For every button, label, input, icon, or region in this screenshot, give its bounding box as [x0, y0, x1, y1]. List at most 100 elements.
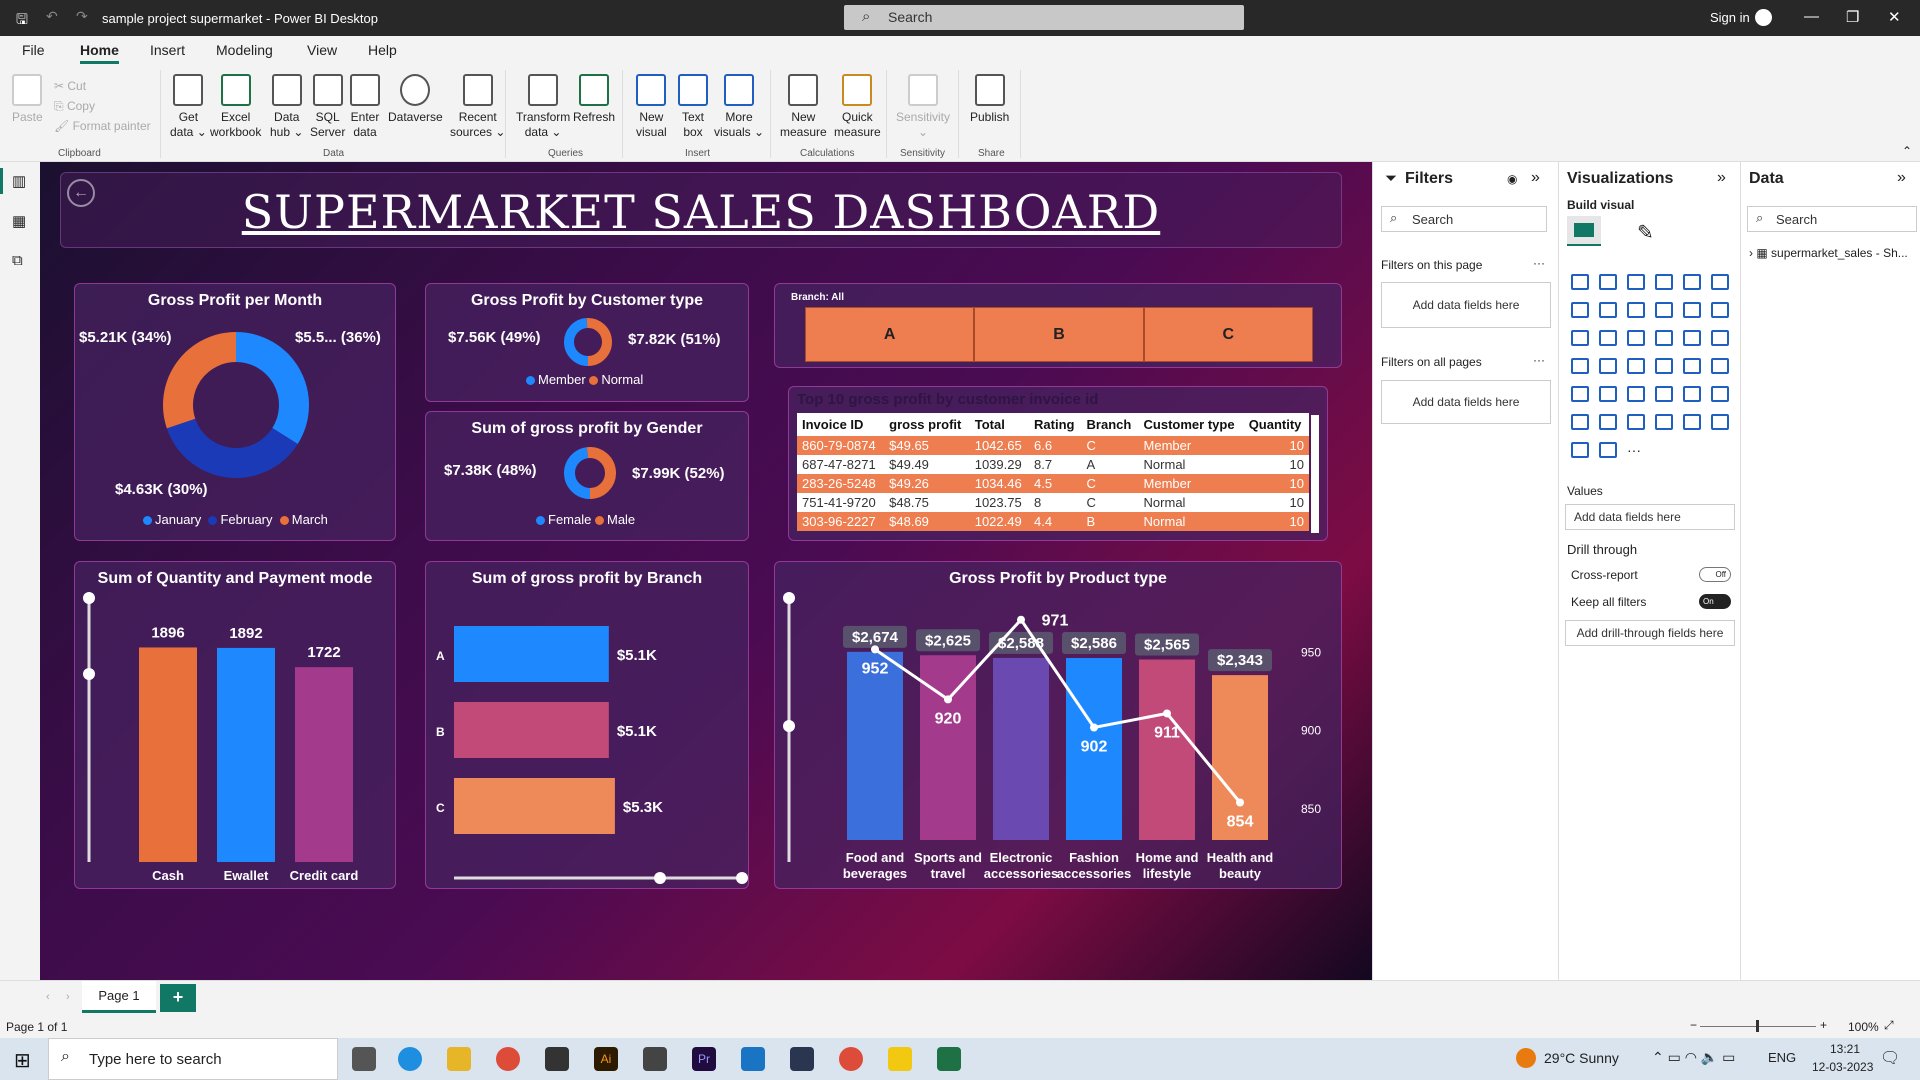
paste-button[interactable]: Paste	[12, 74, 43, 125]
clock-date[interactable]: 12-03-2023	[1812, 1060, 1873, 1074]
visual-type-icon[interactable]	[1627, 358, 1645, 374]
language-indicator[interactable]: ENG	[1768, 1050, 1796, 1065]
format-visual-icon[interactable]: ✎	[1637, 220, 1654, 245]
collapse-viz-icon[interactable]: »	[1717, 169, 1726, 187]
visual-type-icon[interactable]	[1655, 302, 1673, 318]
table-scrollbar[interactable]	[1311, 415, 1319, 533]
sensitivity-button[interactable]: Sensitivity ⌄	[896, 74, 950, 140]
new-visual-button[interactable]: New visual	[636, 74, 667, 140]
report-view-icon[interactable]: ▥	[12, 172, 26, 190]
gp-branch-card[interactable]: Sum of gross profit by Branch A $5.1K B $5.…	[425, 561, 749, 889]
table-row[interactable]: 687-47-8271 $49.49 1039.29 8.7 A Normal 10	[797, 455, 1309, 474]
table-header[interactable]: Total	[970, 413, 1029, 436]
more-options-icon[interactable]: ···	[1533, 256, 1545, 270]
dataverse-button[interactable]: Dataverse	[388, 74, 443, 125]
app-icon[interactable]	[790, 1047, 814, 1071]
qty-payment-card[interactable]: Sum of Quantity and Payment mode 1896 Cas…	[74, 561, 396, 889]
visual-type-icon[interactable]	[1711, 274, 1729, 290]
power-bi-icon[interactable]	[888, 1047, 912, 1071]
visual-type-icon[interactable]	[1711, 358, 1729, 374]
data-hub-button[interactable]: Data hub ⌄	[270, 74, 303, 140]
title-search-input[interactable]: ⌕ Search	[844, 5, 1244, 30]
cut-button[interactable]: ✂ Cut	[54, 76, 151, 96]
top10-table-card[interactable]: Top 10 gross profit by customer invoice …	[788, 386, 1328, 541]
visual-type-icon[interactable]	[1627, 274, 1645, 290]
zoom-in-icon[interactable]: +	[1820, 1018, 1827, 1032]
chrome-icon[interactable]	[839, 1047, 863, 1071]
visual-type-icon[interactable]	[1683, 274, 1701, 290]
visual-type-icon[interactable]	[1599, 302, 1617, 318]
visual-type-icon[interactable]	[1711, 386, 1729, 402]
drill-drop[interactable]: Add drill-through fields here	[1565, 620, 1735, 646]
chrome-icon[interactable]	[496, 1047, 520, 1071]
filters-all-drop[interactable]: Add data fields here	[1381, 380, 1551, 424]
visual-type-icon[interactable]	[1627, 330, 1645, 346]
cross-report-toggle[interactable]: Off	[1699, 567, 1731, 582]
table-row[interactable]: 860-79-0874 $49.65 1042.65 6.6 C Member 10	[797, 436, 1309, 455]
visual-type-icon[interactable]	[1683, 358, 1701, 374]
format-painter-button[interactable]: 🖌 Format painter	[54, 116, 151, 136]
get-data-button[interactable]: Get data ⌄	[170, 74, 207, 140]
next-page-icon[interactable]: ›	[66, 991, 70, 1003]
collapse-filters-icon[interactable]: »	[1531, 169, 1540, 187]
visual-type-icon[interactable]	[1683, 414, 1701, 430]
task-view-icon[interactable]	[352, 1047, 376, 1071]
prev-page-icon[interactable]: ‹	[46, 991, 50, 1003]
visual-type-icon[interactable]	[1599, 386, 1617, 402]
table-row[interactable]: 751-41-9720 $48.75 1023.75 8 C Normal 10	[797, 493, 1309, 512]
menu-help[interactable]: Help	[368, 42, 397, 58]
visual-type-icon[interactable]	[1655, 358, 1673, 374]
undo-icon[interactable]: ↶	[46, 8, 58, 25]
table-header[interactable]: gross profit	[884, 413, 970, 436]
quick-measure-button[interactable]: Quick measure	[834, 74, 881, 140]
visual-type-icon[interactable]	[1571, 302, 1589, 318]
minimize-icon[interactable]: —	[1804, 8, 1819, 25]
save-icon[interactable]: 🖫	[16, 9, 28, 33]
visual-type-icon[interactable]	[1571, 358, 1589, 374]
avatar[interactable]	[1755, 9, 1772, 26]
add-page-button[interactable]: +	[160, 984, 196, 1012]
branch-slicer[interactable]: Branch: All A B C	[774, 283, 1342, 368]
model-view-icon[interactable]: ⧉	[12, 252, 23, 269]
data-search-input[interactable]: ⌕ Search	[1747, 206, 1917, 232]
tray-icons[interactable]: ⌃ ▭ ◠ 🔈 ▭	[1652, 1049, 1735, 1066]
redo-icon[interactable]: ↷	[76, 8, 88, 25]
visual-type-icon[interactable]	[1571, 330, 1589, 346]
table-row[interactable]: 303-96-2227 $48.69 1022.49 4.4 B Normal 10	[797, 512, 1309, 531]
keep-filters-toggle[interactable]: On	[1699, 594, 1731, 609]
visual-type-icon[interactable]	[1627, 414, 1645, 430]
visual-type-icon[interactable]	[1571, 274, 1589, 290]
refresh-button[interactable]: Refresh	[573, 74, 615, 125]
visual-type-icon[interactable]	[1571, 442, 1589, 458]
branch-c-button[interactable]: C	[1143, 307, 1313, 362]
notifications-icon[interactable]: 🗨	[1880, 1048, 1900, 1068]
visual-type-icon[interactable]	[1599, 442, 1617, 458]
publish-button[interactable]: Publish	[970, 74, 1009, 125]
visual-type-icon[interactable]	[1571, 386, 1589, 402]
table-header[interactable]: Quantity	[1244, 413, 1309, 436]
enter-data-button[interactable]: Enter data	[350, 74, 380, 140]
transform-data-button[interactable]: Transform data ⌄	[516, 74, 570, 140]
branch-b-button[interactable]: B	[974, 307, 1144, 362]
close-icon[interactable]: ✕	[1888, 8, 1901, 26]
visual-type-icon[interactable]	[1655, 274, 1673, 290]
new-measure-button[interactable]: New measure	[780, 74, 827, 140]
values-drop[interactable]: Add data fields here	[1565, 504, 1735, 530]
table-view-icon[interactable]: ▦	[12, 212, 26, 230]
build-visual-tab[interactable]	[1567, 216, 1601, 246]
visual-type-icon[interactable]	[1571, 414, 1589, 430]
menu-file[interactable]: File	[22, 42, 45, 58]
table-row[interactable]: 283-26-5248 $49.26 1034.46 4.5 C Member 10	[797, 474, 1309, 493]
back-arrow-icon[interactable]: ←	[67, 179, 95, 207]
visual-type-icon[interactable]	[1599, 330, 1617, 346]
zoom-handle[interactable]	[1756, 1020, 1759, 1032]
visual-type-icon[interactable]	[1683, 330, 1701, 346]
visual-type-icon[interactable]	[1627, 302, 1645, 318]
menu-home[interactable]: Home	[80, 42, 119, 64]
fit-page-icon[interactable]: ⤢	[1884, 1018, 1894, 1033]
weather-text[interactable]: 29°C Sunny	[1544, 1050, 1619, 1066]
gp-gender-card[interactable]: Sum of gross profit by Gender $7.38K (48…	[425, 411, 749, 541]
collapse-ribbon-icon[interactable]: ⌃	[1902, 144, 1912, 158]
vscode-icon[interactable]	[741, 1047, 765, 1071]
eye-icon[interactable]: ◉	[1507, 172, 1517, 186]
